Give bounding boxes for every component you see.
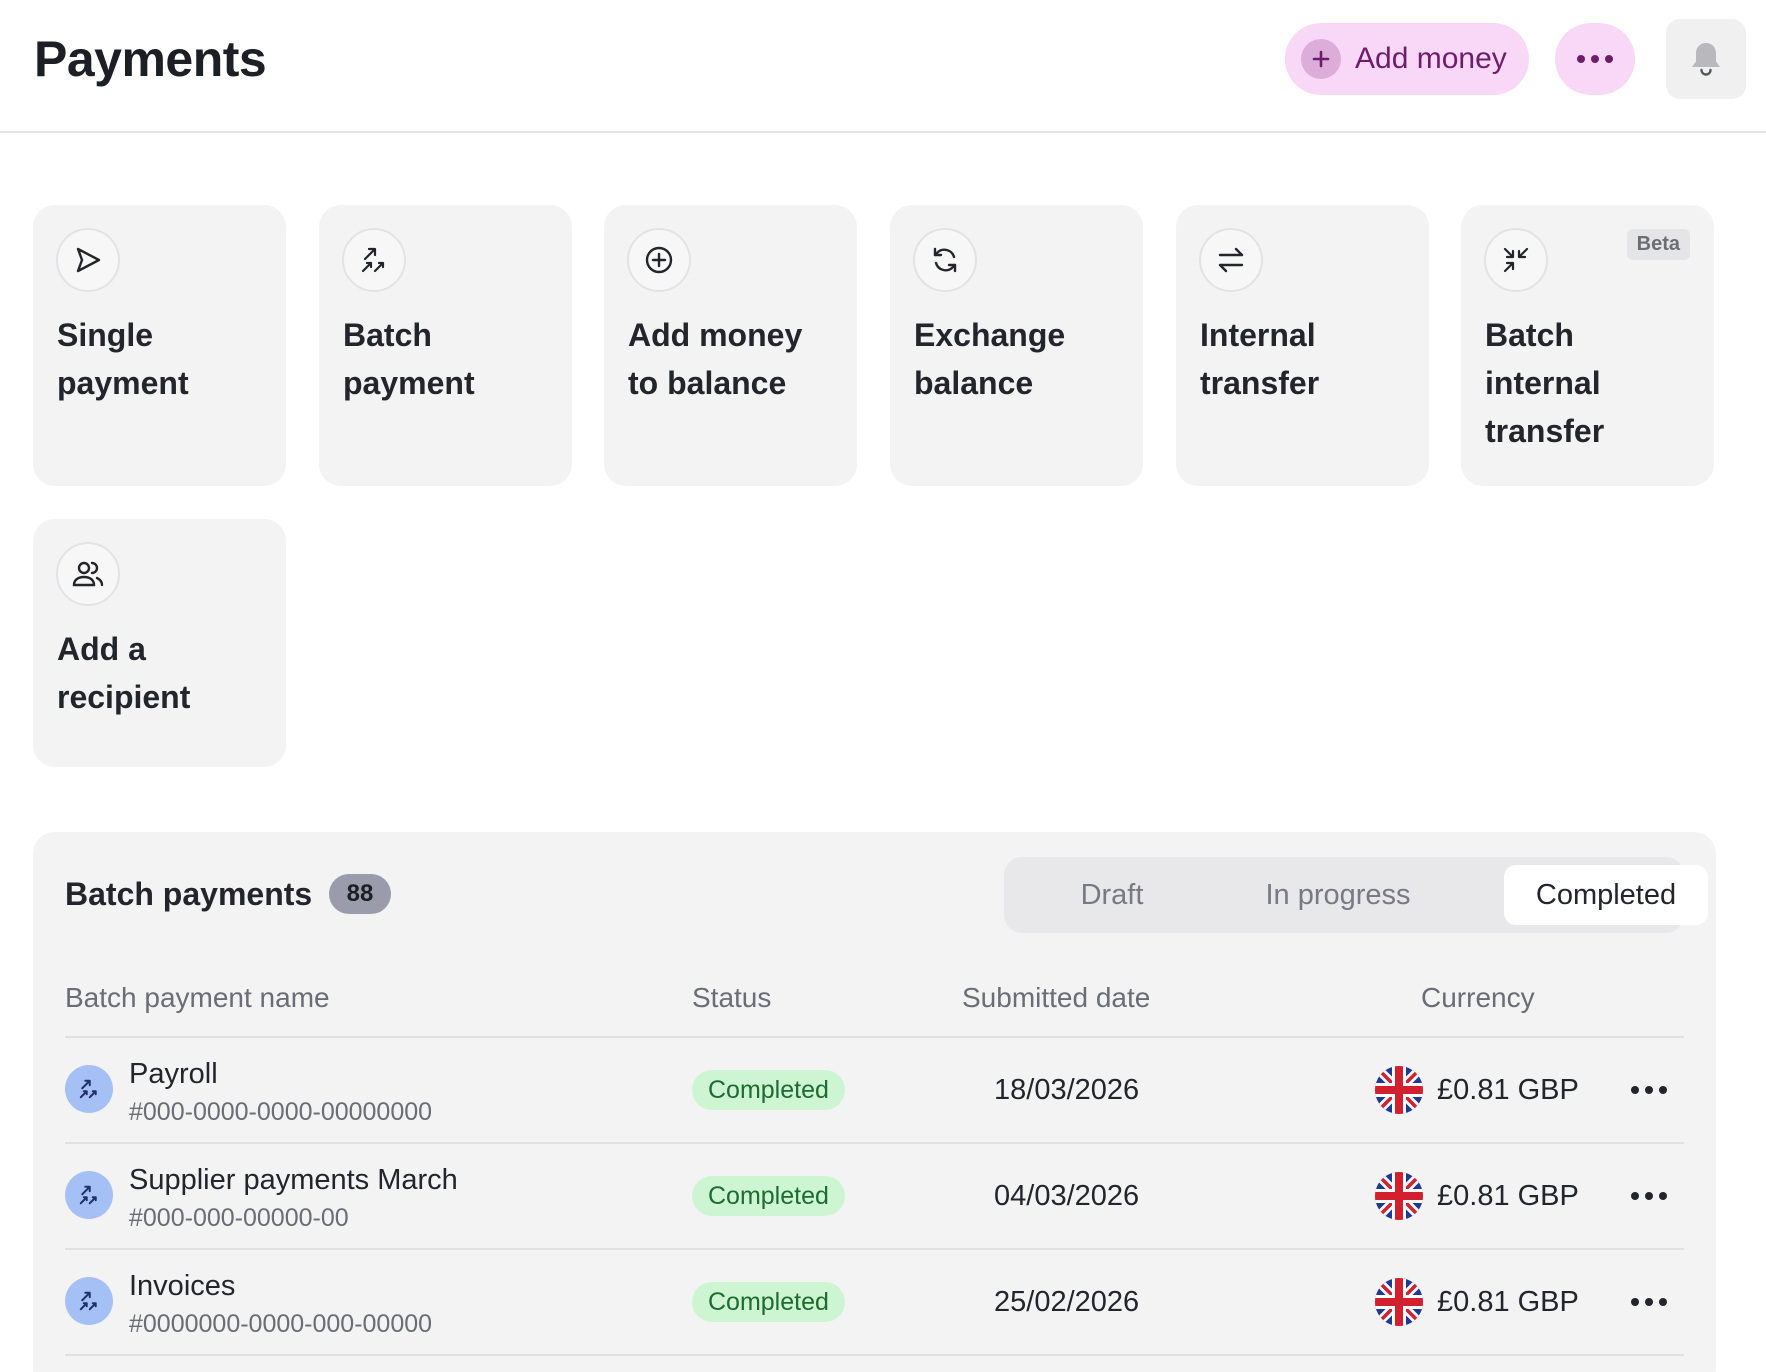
batch-arrows-icon [65,1171,113,1219]
add-money-label: Add money [1355,42,1507,75]
batch-count-badge: 88 [329,874,391,914]
page-header: Payments Add money [0,0,1766,133]
more-horizontal-icon [1631,1298,1667,1306]
tile-add-money-to-balance[interactable]: Add money to balance [604,205,857,486]
table-row[interactable]: Invoices #0000000-0000-000-00000 Complet… [65,1248,1684,1354]
batch-arrows-icon [65,1065,113,1113]
plus-icon [1301,39,1341,79]
add-money-button[interactable]: Add money [1285,23,1529,95]
tile-label: Batch payment [343,317,475,401]
batch-name: Supplier payments March [129,1164,458,1196]
tab-in-progress[interactable]: In progress [1220,865,1456,925]
column-header-date: Submitted date [962,982,1151,1013]
users-icon [72,561,104,587]
status-badge: Completed [692,1070,845,1110]
column-header-name: Batch payment name [65,982,330,1013]
tile-label: Batch internal transfer [1485,317,1605,449]
uk-flag-icon [1375,1278,1423,1326]
status-tabs: Draft In progress Completed [1004,857,1708,933]
batch-arrows-icon [65,1277,113,1325]
currency-amount: £0.81 GBP [1437,1074,1579,1106]
tile-exchange-balance[interactable]: Exchange balance [890,205,1143,486]
refresh-icon [933,247,957,273]
tab-completed[interactable]: Completed [1504,865,1708,925]
row-more-button[interactable] [1627,1074,1671,1106]
tile-internal-transfer[interactable]: Internal transfer [1176,205,1429,486]
tile-label: Single payment [57,317,189,401]
tile-batch-payment[interactable]: Batch payment [319,205,572,486]
tab-draft[interactable]: Draft [1012,865,1212,925]
batch-reference: #0000000-0000-000-00000 [129,1310,433,1338]
table-row[interactable]: Supplier payments March #000-000-00000-0… [65,1142,1684,1248]
tile-batch-internal-transfer[interactable]: Beta Batch internal transfer [1461,205,1714,486]
tile-add-recipient[interactable]: Add a recipient [33,519,286,767]
status-badge: Completed [692,1282,845,1322]
more-options-button[interactable] [1555,23,1635,95]
tile-label: Add money to balance [628,317,803,401]
batch-payments-title: Batch payments [65,876,313,912]
more-horizontal-icon [1631,1086,1667,1094]
submitted-date: 18/03/2026 [994,1074,1140,1106]
tile-label: Add a recipient [57,631,191,715]
batch-reference: #000-0000-0000-00000000 [129,1098,433,1126]
compress-arrows-icon [1503,247,1529,273]
more-horizontal-icon [1631,1192,1667,1200]
currency-amount: £0.81 GBP [1437,1286,1579,1318]
row-more-button[interactable] [1627,1180,1671,1212]
status-badge: Completed [692,1176,845,1216]
submitted-date: 25/02/2026 [994,1286,1140,1318]
tile-single-payment[interactable]: Single payment [33,205,286,486]
column-header-currency: Currency [1421,982,1535,1013]
notifications-button[interactable] [1666,19,1746,99]
table-row[interactable]: Payroll #000-0000-0000-00000000 Complete… [65,1036,1684,1142]
uk-flag-icon [1375,1172,1423,1220]
column-header-status: Status [692,982,772,1013]
tile-label: Exchange balance [914,317,1066,401]
submitted-date: 04/03/2026 [994,1180,1140,1212]
batch-name: Payroll [129,1058,218,1090]
batch-reference: #000-000-00000-00 [129,1204,349,1232]
plus-circle-icon [645,246,673,274]
currency-amount: £0.81 GBP [1437,1180,1579,1212]
beta-badge: Beta [1626,229,1690,260]
row-more-button[interactable] [1627,1286,1671,1318]
swap-arrows-icon [1218,247,1244,273]
bell-icon [1692,43,1720,76]
send-icon [76,247,101,273]
uk-flag-icon [1375,1066,1423,1114]
batch-payments-panel: Batch payments 88 Draft In progress Comp… [33,832,1716,1372]
batch-arrows-icon [361,247,385,273]
tile-label: Internal transfer [1200,317,1320,401]
more-horizontal-icon [1577,55,1613,63]
batch-name: Invoices [129,1270,236,1302]
table-row-divider [65,1354,1684,1364]
page-title: Payments [34,31,267,87]
